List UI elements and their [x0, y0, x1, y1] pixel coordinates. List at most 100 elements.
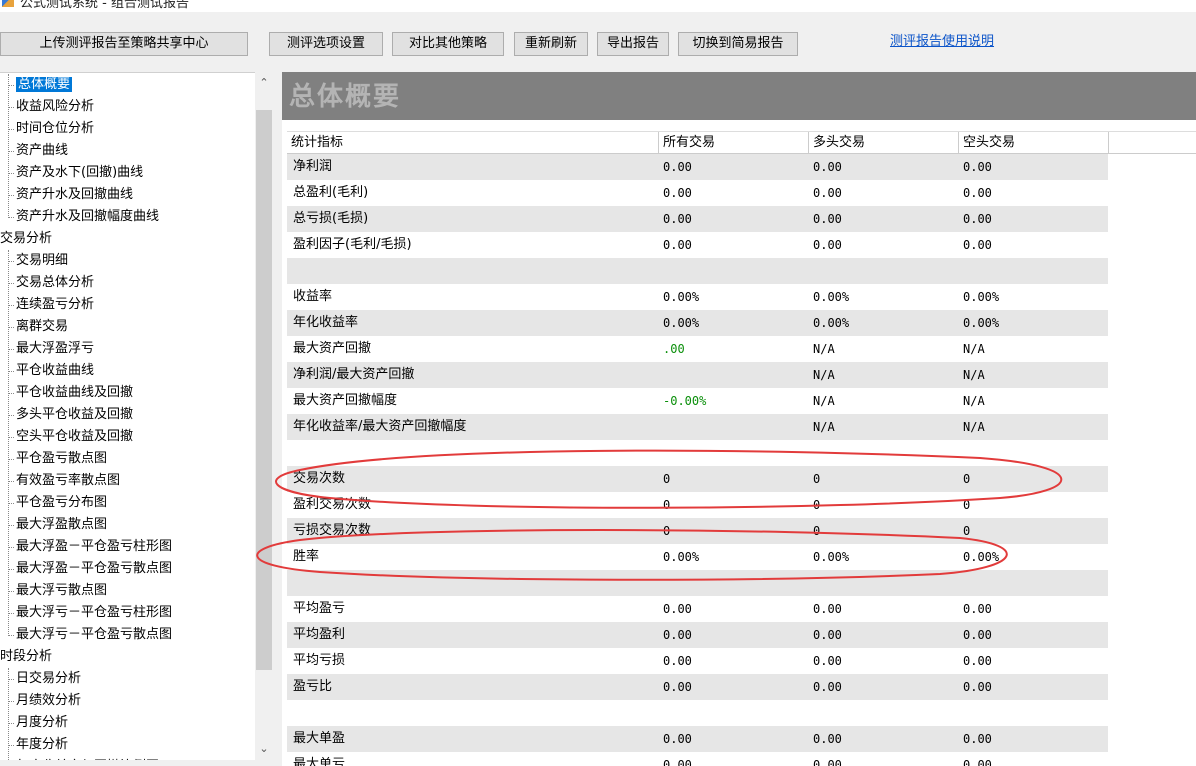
value-all: 0.00 — [663, 212, 692, 226]
metric-label: 收益率 — [293, 289, 333, 304]
evaluation-options-button[interactable]: 测评选项设置 — [269, 32, 383, 56]
tree-item[interactable]: 有效盈亏率散点图 — [14, 470, 120, 491]
metric-label: 年化收益率/最大资产回撤幅度 — [293, 419, 467, 434]
tree-item-label: 平仓收益曲线 — [16, 363, 95, 378]
value-long: 0 — [813, 498, 821, 512]
value-long: N/A — [813, 394, 835, 408]
tree-item[interactable]: 空头平仓收益及回撤 — [14, 426, 133, 447]
tree-item[interactable]: 时间仓位分析 — [14, 118, 94, 139]
value-short: 0.00% — [963, 290, 1000, 304]
tree-item[interactable]: 总体概要 — [14, 74, 73, 95]
tree-group[interactable]: 交易分析 — [0, 228, 52, 249]
export-report-button[interactable]: 导出报告 — [597, 32, 669, 56]
table-row: 收益率 0.00% 0.00% 0.00% — [287, 284, 1108, 310]
value-long: N/A — [813, 420, 835, 434]
tree-item[interactable]: 月度分析 — [14, 712, 68, 733]
tree-item[interactable]: 资产及水下(回撤)曲线 — [14, 162, 143, 183]
value-all: 0.00 — [663, 654, 692, 668]
section-header-band: 总体概要 — [282, 72, 1196, 120]
value-short: N/A — [963, 420, 985, 434]
value-long: 0.00 — [813, 238, 842, 252]
tree-item[interactable]: 多头平仓收益及回撤 — [14, 404, 133, 425]
table-row: 总亏损(毛损) 0.00 0.00 0.00 — [287, 206, 1108, 232]
refresh-button[interactable]: 重新刷新 — [514, 32, 588, 56]
value-all: 0.00 — [663, 160, 692, 174]
tree-item[interactable]: 最大浮盈－平仓盈亏柱形图 — [14, 536, 172, 557]
chevron-down-icon[interactable]: ⌄ — [255, 740, 273, 758]
tree-item-label: 资产升水及回撤曲线 — [16, 187, 134, 202]
chevron-up-icon[interactable]: ⌃ — [255, 74, 273, 92]
tree-item[interactable]: 平仓盈亏分布图 — [14, 492, 107, 513]
report-help-link[interactable]: 测评报告使用说明 — [890, 30, 994, 49]
tree-item[interactable]: 离群交易 — [14, 316, 68, 337]
tree-item-label: 交易总体分析 — [16, 275, 95, 290]
pane-splitter[interactable] — [273, 72, 282, 766]
table-row: 胜率 0.00% 0.00% 0.00% — [287, 544, 1108, 570]
tree-item-label: 最大浮亏－平仓盈亏散点图 — [16, 627, 173, 642]
tree-item[interactable]: 资产升水及回撤幅度曲线 — [14, 206, 159, 227]
metric-label: 胜率 — [293, 549, 320, 564]
value-short: 0.00 — [963, 212, 992, 226]
table-row: 交易次数 0 0 0 — [287, 466, 1108, 492]
tree-item[interactable]: 平仓盈亏散点图 — [14, 448, 107, 469]
tree-item[interactable]: 年度分析 — [14, 734, 68, 755]
switch-simple-report-button[interactable]: 切换到简易报告 — [678, 32, 798, 56]
tree-item-label: 时间仓位分析 — [16, 121, 95, 136]
value-long: 0.00 — [813, 732, 842, 746]
tree-group[interactable]: 时段分析 — [0, 646, 52, 667]
metric-label: 盈亏比 — [293, 679, 333, 694]
tree-item[interactable]: 日交易分析 — [14, 668, 81, 689]
column-header-short[interactable]: 空头交易 — [959, 132, 1109, 154]
scrollbar-thumb[interactable] — [256, 110, 272, 670]
value-short: 0.00 — [963, 654, 992, 668]
compare-strategies-button[interactable]: 对比其他策略 — [392, 32, 504, 56]
window-titlebar: 公式测试系统 - 组合测试报告 — [0, 0, 1196, 12]
value-long: 0.00% — [813, 290, 850, 304]
metric-label: 净利润/最大资产回撤 — [293, 367, 415, 382]
table-row: 年化收益率/最大资产回撤幅度 N/A N/A — [287, 414, 1108, 440]
value-long: 0.00 — [813, 602, 842, 616]
metric-label: 年化收益率 — [293, 315, 359, 330]
value-all: 0.00% — [663, 290, 700, 304]
value-long: N/A — [813, 342, 835, 356]
tree-scrollbar[interactable]: ⌃ ⌄ — [255, 72, 273, 760]
tree-item[interactable]: 收益风险分析 — [14, 96, 94, 117]
tree-item[interactable]: 最大浮盈浮亏 — [14, 338, 94, 359]
value-long: 0.00 — [813, 212, 842, 226]
column-header-metric[interactable]: 统计指标 — [287, 132, 659, 154]
table-row: 最大资产回撤幅度 -0.00% N/A N/A — [287, 388, 1108, 414]
value-all: 0.00 — [663, 680, 692, 694]
tree-item-label: 空头平仓收益及回撤 — [16, 429, 134, 444]
tree-item[interactable]: 资产曲线 — [14, 140, 68, 161]
tree-item[interactable]: 月绩效分析 — [14, 690, 81, 711]
metric-label: 亏损交易次数 — [293, 523, 372, 538]
tree-item[interactable]: 最大浮亏－平仓盈亏柱形图 — [14, 602, 172, 623]
tree-item[interactable]: 最大浮盈散点图 — [14, 514, 107, 535]
metric-label: 最大资产回撤 — [293, 341, 372, 356]
metric-label: 净利润 — [293, 159, 333, 174]
tree-item-label: 平仓盈亏散点图 — [16, 451, 108, 466]
tree-item[interactable]: 平仓收益曲线 — [14, 360, 94, 381]
tree-item[interactable]: 连续盈亏分析 — [14, 294, 94, 315]
metric-label: 平均盈亏 — [293, 601, 346, 616]
tree-item[interactable]: 最大浮盈－平仓盈亏散点图 — [14, 558, 172, 579]
table-row: 最大单亏 0.00 0.00 0.00 — [287, 752, 1108, 766]
tree-item[interactable]: 交易明细 — [14, 250, 68, 271]
tree-item[interactable]: 交易总体分析 — [14, 272, 94, 293]
value-long: 0.00 — [813, 680, 842, 694]
app-icon — [2, 0, 14, 7]
tree-item-label: 月度分析 — [16, 715, 69, 730]
upload-report-button[interactable]: 上传测评报告至策略共享中心 — [0, 32, 248, 56]
tree-item[interactable]: 资产升水及回撤曲线 — [14, 184, 133, 205]
tree-item[interactable]: 平仓收益曲线及回撤 — [14, 382, 133, 403]
tree-item-label: 最大浮盈－平仓盈亏柱形图 — [16, 539, 173, 554]
tree-item[interactable]: 最大浮亏－平仓盈亏散点图 — [14, 624, 172, 645]
column-header-long[interactable]: 多头交易 — [809, 132, 959, 154]
tree-item[interactable]: 最大浮亏散点图 — [14, 580, 107, 601]
value-short: 0.00 — [963, 238, 992, 252]
value-long: 0 — [813, 524, 821, 538]
tree-item-label: 最大浮亏－平仓盈亏柱形图 — [16, 605, 173, 620]
column-header-all[interactable]: 所有交易 — [659, 132, 809, 154]
value-all: 0.00 — [663, 238, 692, 252]
window-title: 公式测试系统 - 组合测试报告 — [20, 0, 189, 11]
